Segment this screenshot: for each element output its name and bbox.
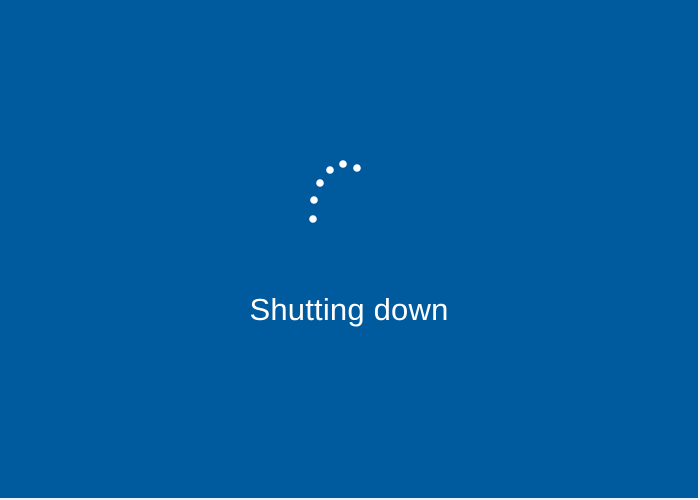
spinner-dot	[326, 166, 334, 174]
spinner-dot	[339, 160, 347, 168]
spinner-dot	[309, 215, 317, 223]
spinner-dot	[316, 179, 324, 187]
spinner-dot	[353, 164, 361, 172]
spinner-dot	[310, 196, 318, 204]
loading-spinner-icon	[309, 160, 361, 223]
status-message: Shutting down	[249, 292, 449, 327]
shutdown-screen: Shutting down	[0, 0, 700, 500]
